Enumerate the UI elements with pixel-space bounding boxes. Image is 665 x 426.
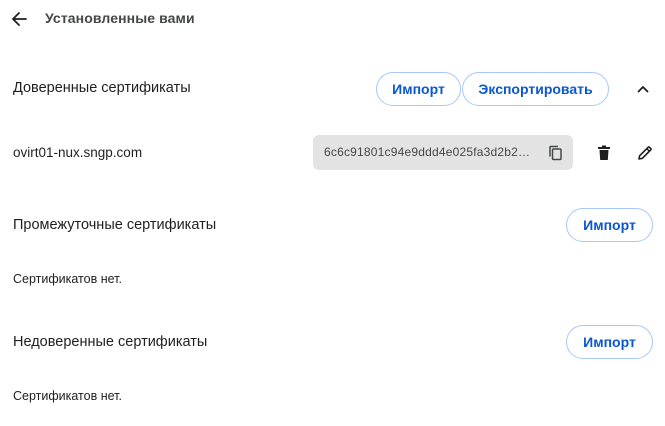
copy-hash-button[interactable]	[542, 140, 568, 166]
intermediate-import-button[interactable]: Импорт	[566, 208, 653, 242]
trusted-section-title: Доверенные сертификаты	[13, 80, 191, 96]
edit-certificate-button[interactable]	[632, 140, 658, 166]
page-header: Установленные вами	[0, 0, 665, 38]
page-title: Установленные вами	[45, 10, 195, 26]
delete-certificate-button[interactable]	[591, 140, 617, 166]
certificate-hash: 6c6c91801c94e9ddd4e025fa3d2b241...	[324, 145, 536, 159]
chevron-up-icon	[637, 86, 649, 93]
trusted-import-button[interactable]: Импорт	[376, 72, 461, 106]
pencil-icon	[638, 146, 652, 160]
untrusted-empty-text: Сертификатов нет.	[13, 389, 122, 403]
intermediate-section-title: Промежуточные сертификаты	[13, 217, 217, 233]
collapse-button[interactable]	[630, 76, 656, 102]
copy-icon	[548, 145, 562, 161]
untrusted-import-button[interactable]: Импорт	[566, 325, 653, 359]
intermediate-empty-text: Сертификатов нет.	[13, 272, 122, 286]
certificate-hash-field: 6c6c91801c94e9ddd4e025fa3d2b241...	[313, 135, 573, 170]
certificates-page: Установленные вами Доверенные сертификат…	[0, 0, 665, 426]
back-button[interactable]	[6, 6, 32, 32]
trash-icon	[598, 145, 610, 160]
certificate-name: ovirt01-nux.sngp.com	[13, 145, 143, 160]
untrusted-section-title: Недоверенные сертификаты	[13, 334, 208, 350]
trusted-export-button[interactable]: Экспортировать	[462, 72, 609, 106]
arrow-back-icon	[12, 12, 27, 26]
